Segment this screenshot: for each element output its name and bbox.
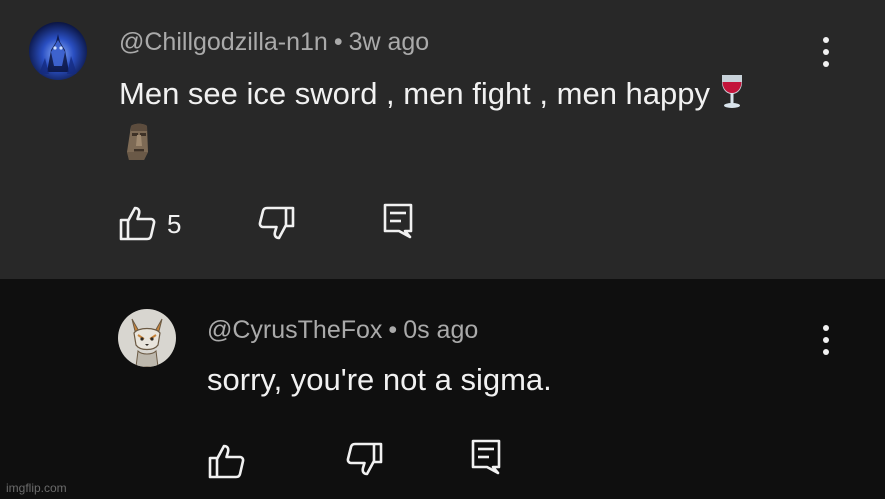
more-vert-icon <box>823 37 829 67</box>
thumbs-up-icon <box>208 444 245 479</box>
more-options-button[interactable] <box>816 32 836 72</box>
imgflip-watermark: imgflip.com <box>6 481 67 495</box>
wine-glass-icon <box>718 72 746 120</box>
meta-separator: • <box>388 316 398 344</box>
comment-text: Men see ice sword , men fight , men happ… <box>119 72 746 120</box>
meta-separator: • <box>333 28 343 56</box>
reply-button[interactable] <box>471 439 501 475</box>
comment-text-content: sorry, you're not a sigma. <box>207 362 552 397</box>
avatar[interactable] <box>29 22 87 80</box>
avatar[interactable] <box>118 309 176 367</box>
thumbs-down-icon <box>346 442 383 476</box>
comment-text-content: Men see ice sword , men fight , men happ… <box>119 76 711 112</box>
comment-primary: @Chillgodzilla-n1n • 3w ago Men see ice sw… <box>0 0 885 279</box>
comment-meta: @CyrusTheFox • 0s ago <box>207 315 478 345</box>
thumbs-down-icon <box>258 206 295 240</box>
author-name[interactable]: @CyrusTheFox <box>207 316 382 344</box>
moai-icon <box>124 122 152 162</box>
more-options-button[interactable] <box>816 320 836 360</box>
like-button[interactable] <box>118 204 156 242</box>
more-vert-icon <box>823 325 829 355</box>
like-count: 5 <box>167 209 182 239</box>
dislike-button[interactable] <box>258 206 296 242</box>
thumbs-up-icon <box>119 206 156 241</box>
comment-reply: @CyrusTheFox • 0s ago sorry, you're not a … <box>0 279 885 499</box>
dislike-button[interactable] <box>346 442 384 478</box>
reply-icon <box>471 439 501 475</box>
comment-meta: @Chillgodzilla-n1n • 3w ago <box>119 27 429 57</box>
comment-text: sorry, you're not a sigma. <box>207 360 552 400</box>
like-button[interactable] <box>207 442 245 480</box>
author-name[interactable]: @Chillgodzilla-n1n <box>119 28 328 56</box>
comment-timestamp[interactable]: 0s ago <box>403 316 478 344</box>
reply-icon <box>383 203 413 239</box>
reply-button[interactable] <box>383 203 413 239</box>
comments-screen: @Chillgodzilla-n1n • 3w ago Men see ice sw… <box>0 0 885 499</box>
comment-timestamp[interactable]: 3w ago <box>349 28 430 56</box>
